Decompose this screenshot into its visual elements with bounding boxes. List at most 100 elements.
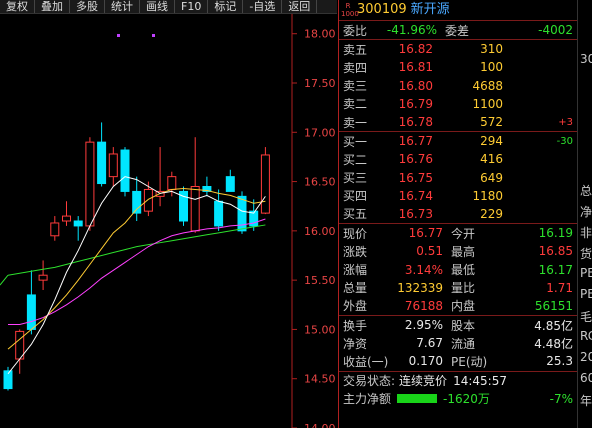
ask-book: 卖五 16.82 310 卖四 16.81 100 卖三 16.80 4688 … (339, 40, 577, 131)
price-tick-label: 15.00 (304, 323, 336, 336)
weibi-row: 委比 -41.96% 委差 -4002 (343, 23, 573, 38)
toolbar-button-8[interactable]: 返回 (282, 0, 318, 13)
candle-body[interactable] (108, 153, 118, 178)
toolbar-button-2[interactable]: 多股 (70, 0, 105, 13)
level-price: 16.77 (398, 134, 433, 149)
price-tick-label: 14.50 (304, 373, 336, 386)
level-label: 买三 (343, 171, 368, 186)
level-label: 买二 (343, 152, 368, 167)
ask-row[interactable]: 卖一 16.78 572 +3 (339, 113, 577, 131)
candle-body[interactable] (260, 154, 270, 214)
quote-row: 总量 132339 量比 1.71 (343, 280, 573, 296)
ask-row[interactable]: 卖五 16.82 310 (339, 40, 577, 58)
candle-body[interactable] (26, 294, 36, 330)
bid-row[interactable]: 买二 16.76 416 (339, 150, 577, 168)
stock-name: 新开源 (410, 2, 450, 17)
level-volume: 229 (480, 206, 503, 221)
bid-row[interactable]: 买五 16.73 229 (339, 205, 577, 223)
level-price: 16.82 (398, 42, 433, 57)
marker-dot (117, 34, 120, 37)
candle-body[interactable] (190, 186, 200, 232)
level-volume: 1100 (472, 96, 503, 111)
ask-row[interactable]: 卖四 16.81 100 (339, 58, 577, 76)
level-change: +3 (558, 116, 573, 128)
bid-row[interactable]: 买一 16.77 294 -30 (339, 132, 577, 150)
quote-panel: R 1000 300109 新开源 委比 -41.96% 委差 -4002 卖五 … (338, 0, 577, 428)
toolbar-button-6[interactable]: 标记 (208, 0, 244, 13)
fund-row: 收益(一) 0.170 PE(动) 25.3 (343, 354, 573, 369)
r-flag-icon: R 1000 (341, 2, 359, 18)
toolbar-button-0[interactable]: 复权 (0, 0, 35, 13)
level-price: 16.75 (398, 170, 433, 185)
marker-dot (152, 34, 155, 37)
level-label: 买五 (343, 207, 368, 222)
stock-code: 300109 (357, 2, 407, 17)
candle-body[interactable] (62, 215, 71, 222)
ask-row[interactable]: 卖二 16.79 1100 (339, 95, 577, 113)
level-label: 卖三 (343, 79, 368, 94)
candle-body[interactable] (237, 195, 247, 232)
level-label: 卖一 (343, 115, 368, 130)
quote-row: 涨幅 3.14% 最低 16.17 (343, 262, 573, 278)
candle-body[interactable] (143, 188, 153, 212)
price-tick-label: 16.00 (304, 225, 336, 238)
level-volume: 294 (480, 134, 503, 149)
candle-body[interactable] (73, 220, 83, 227)
candle-body[interactable] (38, 274, 48, 281)
fund-row: 换手 2.95% 股本 4.85亿 (343, 318, 573, 333)
main-flow-row: 主力净额 -1620万 -7% (343, 391, 573, 407)
level-volume: 4688 (472, 78, 503, 93)
trade-status-row: 交易状态: 连续竞价 14:45:57 (343, 373, 507, 389)
toolbar-button-5[interactable]: F10 (175, 0, 209, 13)
ask-row[interactable]: 卖三 16.80 4688 (339, 77, 577, 95)
quote-row: 外盘 76188 内盘 56151 (343, 298, 573, 314)
candle-body[interactable] (85, 141, 95, 227)
level-price: 16.78 (398, 115, 433, 130)
toolbar-button-4[interactable]: 画线 (140, 0, 175, 13)
candle-body[interactable] (97, 141, 107, 185)
level-price: 16.80 (398, 78, 433, 93)
level-volume: 416 (480, 152, 503, 167)
level-label: 买一 (343, 134, 368, 149)
level-volume: 100 (480, 60, 503, 75)
toolbar-button-3[interactable]: 统计 (105, 0, 140, 13)
ma20-line (8, 218, 266, 325)
side-panel-clip: 30 总净非货 PE PE 毛 RC 20 60 年 (577, 0, 592, 428)
quote-row: 现价 16.77 今开 16.19 (343, 226, 573, 241)
candle-body[interactable] (225, 176, 235, 192)
flow-bar (397, 394, 438, 404)
kline-svg: 18.00 17.50 17.00 16.50 16.00 15.50 15.00 14.50… (0, 14, 336, 428)
fund-row: 净资 7.67 流通 4.48亿 (343, 336, 573, 351)
kline-chart[interactable]: 18.00 17.50 17.00 16.50 16.00 15.50 15.00 14.50… (0, 14, 338, 428)
price-tick-label: 18.00 (304, 28, 336, 41)
fundamental-stats: 换手 2.95% 股本 4.85亿 净资 7.67 流通 4.48亿 收益(一) 0.170 … (339, 316, 577, 371)
level-label: 卖二 (343, 97, 368, 112)
ma60-line (7, 224, 266, 276)
level-volume: 649 (480, 170, 503, 185)
level-label: 买四 (343, 189, 368, 204)
level-price: 16.76 (398, 152, 433, 167)
candle-body[interactable] (120, 149, 130, 192)
level-change: -30 (556, 135, 573, 147)
level-volume: 1180 (472, 188, 503, 203)
price-tick-label: 16.50 (304, 176, 336, 189)
candle-body[interactable] (214, 200, 224, 227)
level-price: 16.79 (398, 96, 433, 111)
quote-row: 涨跌 0.51 最高 16.85 (343, 244, 573, 259)
ma60-extension (0, 274, 9, 286)
candle-body[interactable] (50, 222, 60, 237)
bid-book: 买一 16.77 294 -30 买二 16.76 416 买三 16.75 64… (339, 132, 577, 223)
quote-stats: 现价 16.77 今开 16.19 涨跌 0.51 最高 16.85 涨幅 3.14% 最低 1… (339, 224, 577, 315)
bid-row[interactable]: 买四 16.74 1180 (339, 187, 577, 205)
level-price: 16.73 (398, 206, 433, 221)
price-tick-label: 15.50 (304, 274, 336, 287)
price-tick-label: 17.00 (304, 126, 336, 139)
level-label: 卖五 (343, 42, 368, 57)
candle-body[interactable] (167, 176, 177, 190)
toolbar-button-1[interactable]: 叠加 (35, 0, 70, 13)
toolbar-button-7[interactable]: -自选 (243, 0, 283, 13)
stock-header: R 1000 300109 新开源 (339, 0, 577, 20)
chart-toolbar: 复权 叠加 多股 统计 画线 F10 标记 -自选 返回 (0, 0, 337, 14)
bid-row[interactable]: 买三 16.75 649 (339, 169, 577, 187)
price-tick-label: 17.50 (304, 77, 336, 90)
